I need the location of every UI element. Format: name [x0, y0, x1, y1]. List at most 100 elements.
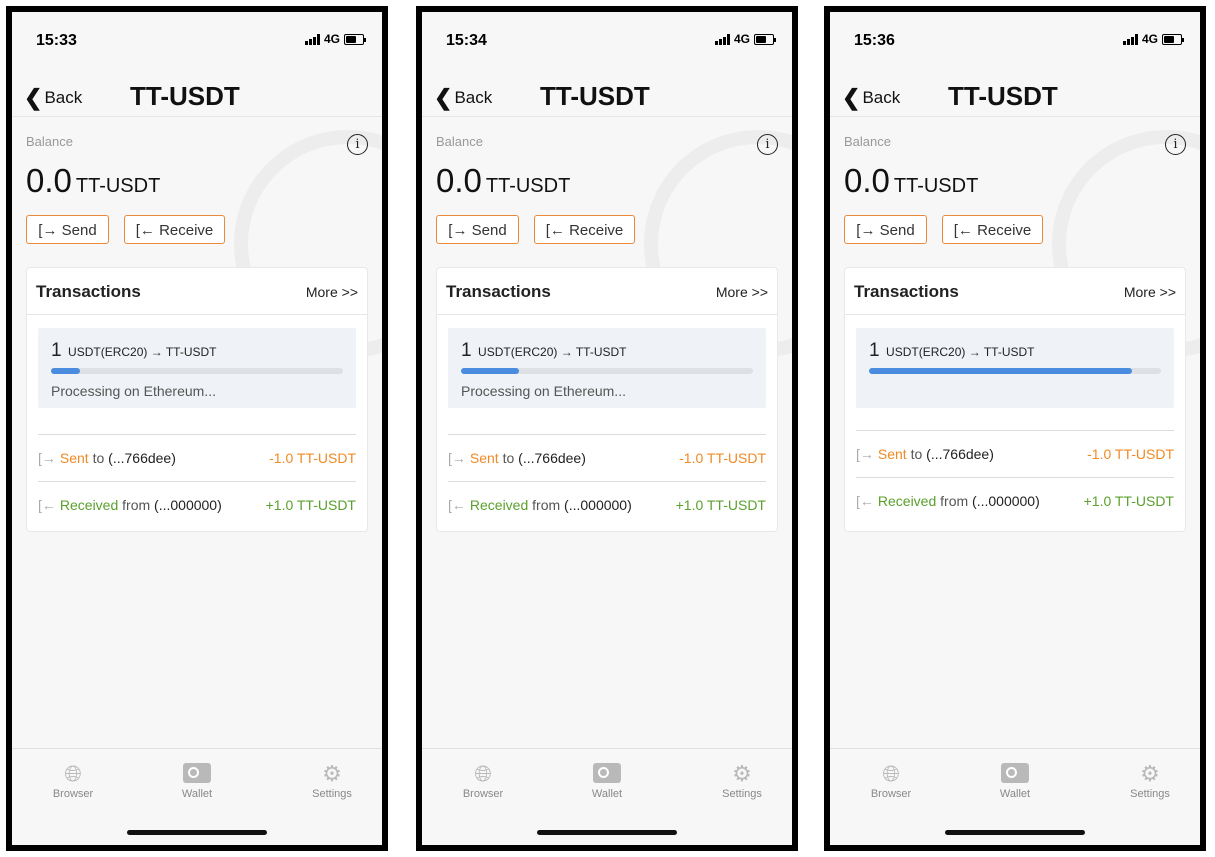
receive-icon: [← [545, 222, 565, 239]
send-label: Send [471, 222, 507, 239]
page-title: TT-USDT [540, 81, 650, 111]
sent-amount: -1.0 TT-USDT [269, 450, 356, 466]
tab-browser[interactable]: 🌐︎ Browser [443, 761, 523, 800]
transaction-row-sent[interactable]: [→ Sent to (...766dee) -1.0 TT-USDT [448, 434, 766, 481]
balance-unit: TT-USDT [485, 175, 571, 197]
more-link[interactable]: More >> [306, 284, 358, 300]
received-amount: +1.0 TT-USDT [265, 497, 356, 513]
received-icon: [← [856, 493, 874, 509]
transactions-title: Transactions [446, 282, 551, 301]
tab-wallet[interactable]: Wallet [975, 761, 1055, 800]
tab-bar: 🌐︎ Browser Wallet ⚙ Settings [830, 748, 1200, 845]
transaction-row-received[interactable]: [← Received from (...000000) +1.0 TT-USDT [38, 481, 356, 528]
tab-bar: 🌐︎ Browser Wallet ⚙ Settings [12, 748, 382, 845]
progress-bar [461, 368, 753, 374]
processing-amount: 1 USDT(ERC20) → TT-USDT [51, 340, 216, 362]
tab-browser[interactable]: 🌐︎ Browser [33, 761, 113, 800]
sent-address: (...766dee) [108, 450, 176, 466]
tab-browser-label: Browser [52, 788, 94, 800]
info-icon[interactable]: i [757, 134, 778, 155]
globe-icon: 🌐︎ [474, 761, 492, 786]
sent-description: [→ Sent to (...766dee) [856, 446, 994, 462]
tab-browser[interactable]: 🌐︎ Browser [851, 761, 931, 800]
progress-fill [461, 368, 520, 374]
app-screen: 15:36 4G ❮ Back TT-USDT Balance i 0.0 TT-U… [830, 12, 1200, 845]
balance-label: Balance [844, 134, 891, 149]
balance-unit: TT-USDT [893, 175, 979, 197]
processing-pair: USDT(ERC20) → TT-USDT [478, 345, 627, 359]
processing-transaction[interactable]: 1 USDT(ERC20) → TT-USDT Processing on Et… [38, 328, 356, 408]
tab-wallet[interactable]: Wallet [157, 761, 237, 800]
app-screen: 15:33 4G ❮ Back TT-USDT Balance i 0.0 TT-U… [12, 12, 382, 845]
home-indicator [127, 830, 267, 835]
tab-settings[interactable]: ⚙ Settings [1110, 761, 1190, 800]
transaction-row-sent[interactable]: [→ Sent to (...766dee) -1.0 TT-USDT [856, 430, 1174, 477]
tab-settings[interactable]: ⚙ Settings [292, 761, 372, 800]
send-icon: [→ [38, 222, 58, 239]
tab-settings[interactable]: ⚙ Settings [702, 761, 782, 800]
processing-pair: USDT(ERC20) → TT-USDT [68, 345, 217, 359]
transaction-row-received[interactable]: [← Received from (...000000) +1.0 TT-USDT [856, 477, 1174, 524]
nav-bar: ❮ Back TT-USDT [830, 72, 1200, 117]
home-indicator [945, 830, 1085, 835]
balance-value: 0.0 [26, 162, 72, 199]
receive-button[interactable]: [← Receive [942, 215, 1043, 244]
sent-description: [→ Sent to (...766dee) [38, 450, 176, 466]
processing-amount: 1 USDT(ERC20) → TT-USDT [461, 340, 626, 362]
send-button[interactable]: [→ Send [844, 215, 927, 244]
transactions-card: Transactions More >> 1 USDT(ERC20) → TT-… [26, 267, 368, 532]
page-title: TT-USDT [130, 81, 240, 111]
transactions-card: Transactions More >> 1 USDT(ERC20) → TT-… [844, 267, 1186, 532]
send-label: Send [61, 222, 97, 239]
receive-button[interactable]: [← Receive [124, 215, 225, 244]
back-button[interactable]: ❮ Back [842, 85, 900, 111]
info-icon[interactable]: i [1165, 134, 1186, 155]
send-icon: [→ [448, 222, 468, 239]
balance-amount: 0.0 TT-USDT [436, 162, 570, 200]
received-label: Received [59, 497, 119, 513]
signal-icon [1122, 33, 1138, 45]
processing-amount-value: 1 [51, 340, 62, 361]
processing-transaction[interactable]: 1 USDT(ERC20) → TT-USDT Processing on Et… [448, 328, 766, 408]
battery-icon [344, 33, 366, 45]
receive-icon: [← [953, 222, 973, 239]
received-address: (...000000) [564, 497, 632, 513]
received-prep: from [532, 497, 561, 513]
transactions-card: Transactions More >> 1 USDT(ERC20) → TT-… [436, 267, 778, 532]
info-icon[interactable]: i [347, 134, 368, 155]
received-description: [← Received from (...000000) [448, 497, 632, 513]
processing-pair: USDT(ERC20) → TT-USDT [886, 345, 1035, 359]
tab-settings-label: Settings [312, 788, 352, 800]
receive-button[interactable]: [← Receive [534, 215, 635, 244]
received-prep: from [940, 493, 969, 509]
send-button[interactable]: [→ Send [436, 215, 519, 244]
tab-wallet[interactable]: Wallet [567, 761, 647, 800]
sent-amount: -1.0 TT-USDT [1087, 446, 1174, 462]
balance-label: Balance [26, 134, 73, 149]
back-button[interactable]: ❮ Back [24, 85, 82, 111]
processing-transaction[interactable]: 1 USDT(ERC20) → TT-USDT [856, 328, 1174, 408]
network-type: 4G [1141, 32, 1158, 46]
processing-amount: 1 USDT(ERC20) → TT-USDT [869, 340, 1034, 362]
more-link[interactable]: More >> [1124, 284, 1176, 300]
transaction-row-sent[interactable]: [→ Sent to (...766dee) -1.0 TT-USDT [38, 434, 356, 481]
status-bar: 15:33 4G [12, 12, 382, 72]
signal-icon [714, 33, 730, 45]
transaction-row-received[interactable]: [← Received from (...000000) +1.0 TT-USDT [448, 481, 766, 528]
back-label: Back [862, 88, 901, 107]
home-indicator [537, 830, 677, 835]
balance-label: Balance [436, 134, 483, 149]
sent-prep: to [910, 446, 923, 462]
sent-description: [→ Sent to (...766dee) [448, 450, 586, 466]
status-bar: 15:36 4G [830, 12, 1200, 72]
tab-bar: 🌐︎ Browser Wallet ⚙ Settings [422, 748, 792, 845]
chevron-left-icon: ❮ [842, 85, 861, 110]
status-time: 15:33 [36, 32, 77, 49]
app-screen: 15:34 4G ❮ Back TT-USDT Balance i 0.0 TT-U… [422, 12, 792, 845]
more-link[interactable]: More >> [716, 284, 768, 300]
back-button[interactable]: ❮ Back [434, 85, 492, 111]
phone-screenshot-2: 15:34 4G ❮ Back TT-USDT Balance i 0.0 TT-U… [416, 6, 798, 851]
send-button[interactable]: [→ Send [26, 215, 109, 244]
sent-label: Sent [469, 450, 499, 466]
progress-fill [51, 368, 81, 374]
